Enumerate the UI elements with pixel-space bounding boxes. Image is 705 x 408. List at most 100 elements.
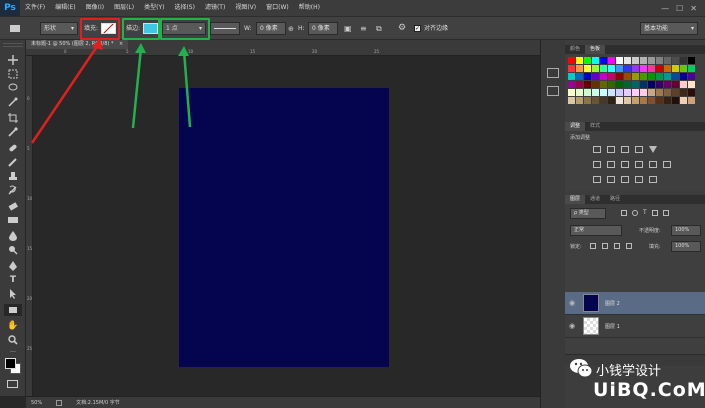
swatch[interactable] (616, 97, 623, 104)
rectangle-tool-icon[interactable] (4, 304, 22, 316)
swatch[interactable] (584, 97, 591, 104)
swatch[interactable] (640, 89, 647, 96)
menu-select[interactable]: 选择(S) (169, 0, 200, 16)
more-tools-icon[interactable]: ··· (4, 346, 22, 358)
ruler-horizontal[interactable]: 0 5 10 15 20 25 (26, 49, 540, 56)
menu-layer[interactable]: 图层(L) (109, 0, 139, 16)
align-edges-checkbox[interactable]: ✓ (414, 25, 421, 32)
tool-preset-picker[interactable] (6, 22, 24, 35)
swatch[interactable] (624, 81, 631, 88)
color-lookup-icon[interactable] (663, 161, 671, 168)
swatch[interactable] (584, 65, 591, 72)
swatch[interactable] (640, 97, 647, 104)
swatch[interactable] (568, 97, 575, 104)
swatch[interactable] (576, 97, 583, 104)
swatch[interactable] (576, 57, 583, 64)
menu-filter[interactable]: 滤镜(T) (200, 0, 230, 16)
swatch[interactable] (632, 65, 639, 72)
eye-icon[interactable]: ◉ (565, 299, 579, 307)
swatch[interactable] (664, 97, 671, 104)
swatch[interactable] (664, 81, 671, 88)
close-button[interactable]: ✕ (690, 4, 697, 13)
menu-window[interactable]: 窗口(W) (261, 0, 294, 16)
tab-color[interactable]: 颜色 (565, 45, 585, 54)
swatch[interactable] (672, 73, 679, 80)
swatch[interactable] (568, 89, 575, 96)
swatch[interactable] (680, 57, 687, 64)
photo-filter-icon[interactable] (635, 161, 643, 168)
swatch[interactable] (584, 89, 591, 96)
selective-color-icon[interactable] (649, 176, 657, 183)
swatch[interactable] (656, 97, 663, 104)
swatch[interactable] (624, 97, 631, 104)
eye-icon[interactable]: ◉ (565, 322, 579, 330)
swatch[interactable] (616, 81, 623, 88)
swatch[interactable] (648, 65, 655, 72)
lock-pixels-icon[interactable] (602, 243, 608, 249)
threshold-icon[interactable] (621, 176, 629, 183)
swatch[interactable] (680, 89, 687, 96)
swatch[interactable] (568, 57, 575, 64)
swatch[interactable] (592, 65, 599, 72)
swatch[interactable] (656, 89, 663, 96)
width-input[interactable]: 0 像素 (256, 22, 286, 35)
path-selection-tool-icon[interactable] (4, 288, 22, 300)
swatch[interactable] (656, 73, 663, 80)
height-input[interactable]: 0 像素 (308, 22, 338, 35)
history-panel-icon[interactable] (547, 68, 559, 78)
lasso-tool-icon[interactable] (4, 82, 22, 94)
exposure-icon[interactable] (635, 146, 643, 153)
tab-adjustments[interactable]: 调整 (565, 122, 586, 131)
swatch[interactable] (600, 73, 607, 80)
document-canvas[interactable] (179, 88, 389, 367)
move-tool-icon[interactable] (4, 54, 22, 66)
swatch[interactable] (632, 97, 639, 104)
smart-object-filter-icon[interactable] (662, 210, 669, 216)
pen-tool-icon[interactable] (4, 260, 22, 272)
swatch[interactable] (672, 65, 679, 72)
swatch[interactable] (664, 73, 671, 80)
swatch[interactable] (632, 81, 639, 88)
swatch[interactable] (680, 81, 687, 88)
swatch[interactable] (624, 73, 631, 80)
curves-icon[interactable] (621, 146, 629, 153)
path-arrangement-icon[interactable]: ⧉ (376, 24, 382, 34)
type-filter-icon[interactable]: T (643, 210, 647, 216)
pixel-filter-icon[interactable] (621, 210, 627, 216)
layer-row[interactable]: ◉ 图层 2 (565, 292, 705, 315)
swatch[interactable] (568, 81, 575, 88)
swatch[interactable] (648, 89, 655, 96)
swatch[interactable] (688, 89, 695, 96)
swatch[interactable] (600, 65, 607, 72)
minimize-button[interactable]: — (661, 4, 669, 13)
swatch[interactable] (664, 89, 671, 96)
swatch[interactable] (664, 65, 671, 72)
foreground-color[interactable] (5, 358, 16, 369)
tab-swatches[interactable]: 色板 (585, 45, 606, 54)
menu-help[interactable]: 帮助(H) (294, 0, 325, 16)
fill-input[interactable]: 100% (671, 241, 701, 252)
swatch[interactable] (600, 57, 607, 64)
swatch[interactable] (648, 57, 655, 64)
toolbar-grip[interactable] (3, 43, 23, 47)
swatch[interactable] (640, 65, 647, 72)
swatch[interactable] (608, 81, 615, 88)
swatch[interactable] (688, 97, 695, 104)
tab-paths[interactable]: 路径 (605, 195, 625, 204)
menu-view[interactable]: 视图(V) (230, 0, 261, 16)
swatch[interactable] (664, 57, 671, 64)
swatch[interactable] (624, 57, 631, 64)
shape-filter-icon[interactable] (651, 210, 658, 216)
swatch[interactable] (648, 73, 655, 80)
swatch[interactable] (592, 89, 599, 96)
swatch[interactable] (600, 81, 607, 88)
lock-transparency-icon[interactable] (590, 243, 596, 249)
swatch[interactable] (680, 65, 687, 72)
swatch[interactable] (600, 97, 607, 104)
swatch[interactable] (592, 97, 599, 104)
swatch[interactable] (608, 89, 615, 96)
swatch[interactable] (608, 97, 615, 104)
swatch[interactable] (640, 81, 647, 88)
crop-tool-icon[interactable] (4, 112, 22, 124)
shape-mode-dropdown[interactable]: 形状 ▾ (40, 22, 78, 35)
